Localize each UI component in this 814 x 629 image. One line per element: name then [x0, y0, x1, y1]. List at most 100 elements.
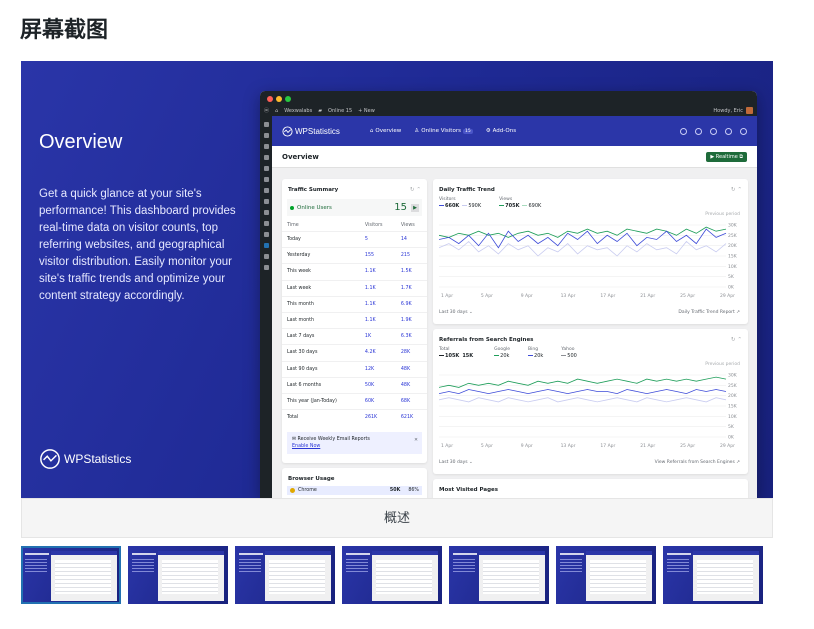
settings-icon[interactable]	[263, 221, 269, 226]
nav-add-ons[interactable]: ⚙ Add-Ons	[486, 128, 516, 134]
legend-bing[interactable]: Bing 20k	[528, 347, 543, 359]
arrow-right-icon[interactable]: ▶	[411, 203, 419, 212]
media-icon[interactable]	[263, 144, 269, 149]
tools-icon[interactable]	[263, 210, 269, 215]
posts-icon[interactable]	[263, 133, 269, 138]
table-row[interactable]: Last 90 days 12K 48K	[282, 360, 427, 378]
dashboard-icon[interactable]	[263, 122, 269, 127]
thumbnail-4[interactable]	[342, 546, 442, 604]
previous-period-label[interactable]: Previous period	[705, 362, 740, 367]
users-icon[interactable]	[263, 199, 269, 204]
thumbnail-3[interactable]	[235, 546, 335, 604]
howdy-user[interactable]: Howdy, Eric	[713, 108, 743, 114]
table-row[interactable]: Last 7 days 1K 6.3K	[282, 328, 427, 345]
cell-views[interactable]: 1.5K	[395, 263, 427, 281]
cell-visitors[interactable]: 261K	[359, 409, 396, 426]
maximize-dot-icon[interactable]	[285, 96, 291, 102]
cell-visitors[interactable]: 12K	[359, 360, 396, 378]
series-line[interactable]	[439, 240, 727, 257]
legend-visitors[interactable]: Visitors 660K 590K	[439, 197, 481, 209]
previous-period-label[interactable]: Previous period	[705, 212, 740, 217]
mail-icon[interactable]	[263, 232, 269, 237]
cell-visitors[interactable]: 1.1K	[359, 311, 396, 329]
cell-visitors[interactable]: 1.1K	[359, 295, 396, 313]
pages-icon[interactable]	[263, 155, 269, 160]
help-icon[interactable]	[725, 127, 732, 135]
clock-icon[interactable]	[695, 127, 702, 135]
cell-visitors[interactable]: 50K	[359, 376, 396, 394]
cell-views[interactable]: 48K	[395, 360, 427, 378]
table-row[interactable]: Yesterday 155 215	[282, 247, 427, 264]
bell-icon[interactable]	[740, 127, 747, 135]
comment-icon[interactable]: ▰	[318, 108, 322, 114]
cell-views[interactable]: 621K	[395, 409, 427, 426]
table-row[interactable]: Last week 1.1K 1.7K	[282, 279, 427, 297]
report-link[interactable]: View Referrals from Search Engines ↗	[655, 460, 740, 465]
collapse-icon[interactable]	[263, 265, 269, 270]
cell-visitors[interactable]: 60K	[359, 392, 396, 410]
table-row[interactable]: This year (Jan-Today) 60K 68K	[282, 392, 427, 410]
series-line[interactable]	[439, 397, 727, 403]
series-line[interactable]	[439, 228, 727, 249]
refresh-collapse-icon[interactable]: ↻ ⌃	[731, 187, 742, 193]
admin-online-link[interactable]: Online 15	[328, 108, 352, 114]
legend-yahoo[interactable]: Yahoo 500	[561, 347, 577, 359]
enable-now-link[interactable]: Enable Now	[292, 444, 417, 449]
cell-visitors[interactable]: 155	[359, 247, 396, 264]
thumbnail-1[interactable]	[21, 546, 121, 604]
thumbnail-6[interactable]	[556, 546, 656, 604]
wordpress-icon[interactable]: ⓦ	[264, 107, 269, 114]
table-row[interactable]: Last month 1.1K 1.9K	[282, 311, 427, 329]
appearance-icon[interactable]	[263, 177, 269, 182]
cell-views[interactable]: 48K	[395, 376, 427, 394]
info-icon[interactable]	[680, 127, 687, 135]
realtime-button[interactable]: ▶ Realtime ⧉	[706, 151, 747, 162]
nav-online-visitors[interactable]: ♙ Online Visitors 15	[414, 128, 473, 134]
report-link[interactable]: Daily Traffic Trend Report ↗	[678, 310, 740, 315]
series-line[interactable]	[439, 389, 727, 395]
table-row[interactable]: Today 5 14	[282, 230, 427, 248]
refresh-collapse-icon[interactable]: ↻ ⌃	[410, 187, 421, 193]
chart-icon[interactable]	[263, 254, 269, 259]
cell-visitors[interactable]: 4.2K	[359, 344, 396, 361]
cell-visitors[interactable]: 1.1K	[359, 263, 396, 281]
admin-site-link[interactable]: Wexwalabs	[284, 108, 312, 114]
minimize-dot-icon[interactable]	[276, 96, 282, 102]
thumbnail-2[interactable]	[128, 546, 228, 604]
plugins-icon[interactable]	[263, 188, 269, 193]
close-icon[interactable]: ✕	[414, 438, 418, 443]
period-select[interactable]: Last 30 days ⌄	[439, 460, 473, 465]
cell-visitors[interactable]: 5	[359, 230, 396, 248]
cell-views[interactable]: 14	[395, 230, 427, 248]
table-row[interactable]: Last 30 days 4.2K 28K	[282, 344, 427, 361]
nav-overview[interactable]: ⌂ Overview	[370, 128, 401, 134]
cell-visitors[interactable]: 1K	[359, 328, 396, 345]
thumbnail-5[interactable]	[449, 546, 549, 604]
statistics-icon[interactable]	[263, 243, 269, 248]
table-row[interactable]: This week 1.1K 1.5K	[282, 263, 427, 281]
table-row[interactable]: This month 1.1K 6.9K	[282, 295, 427, 313]
close-dot-icon[interactable]	[267, 96, 273, 102]
cell-views[interactable]: 215	[395, 247, 427, 264]
cell-views[interactable]: 6.9K	[395, 295, 427, 313]
legend-views[interactable]: Views 705K 690K	[499, 197, 541, 209]
legend-google[interactable]: Google 20k	[494, 347, 510, 359]
admin-new-link[interactable]: + New	[358, 108, 375, 114]
legend-total[interactable]: Total 105K 15K	[439, 347, 476, 359]
period-select[interactable]: Last 30 days ⌄	[439, 310, 473, 315]
cell-views[interactable]: 1.9K	[395, 311, 427, 329]
cell-views[interactable]: 68K	[395, 392, 427, 410]
series-line[interactable]	[439, 376, 727, 388]
online-users-row[interactable]: Online Users 15 ▶	[287, 199, 422, 216]
cell-views[interactable]: 28K	[395, 344, 427, 361]
table-row[interactable]: Last 6 months 50K 48K	[282, 376, 427, 394]
plugin-logo[interactable]: WPStatistics	[282, 125, 340, 137]
cell-views[interactable]: 6.3K	[395, 328, 427, 345]
refresh-collapse-icon[interactable]: ↻ ⌃	[731, 337, 742, 343]
settings-icon[interactable]	[710, 127, 717, 135]
table-row[interactable]: Total 261K 621K	[282, 409, 427, 426]
cell-visitors[interactable]: 1.1K	[359, 279, 396, 297]
thumbnail-7[interactable]	[663, 546, 763, 604]
comments-icon[interactable]	[263, 166, 269, 171]
cell-views[interactable]: 1.7K	[395, 279, 427, 297]
